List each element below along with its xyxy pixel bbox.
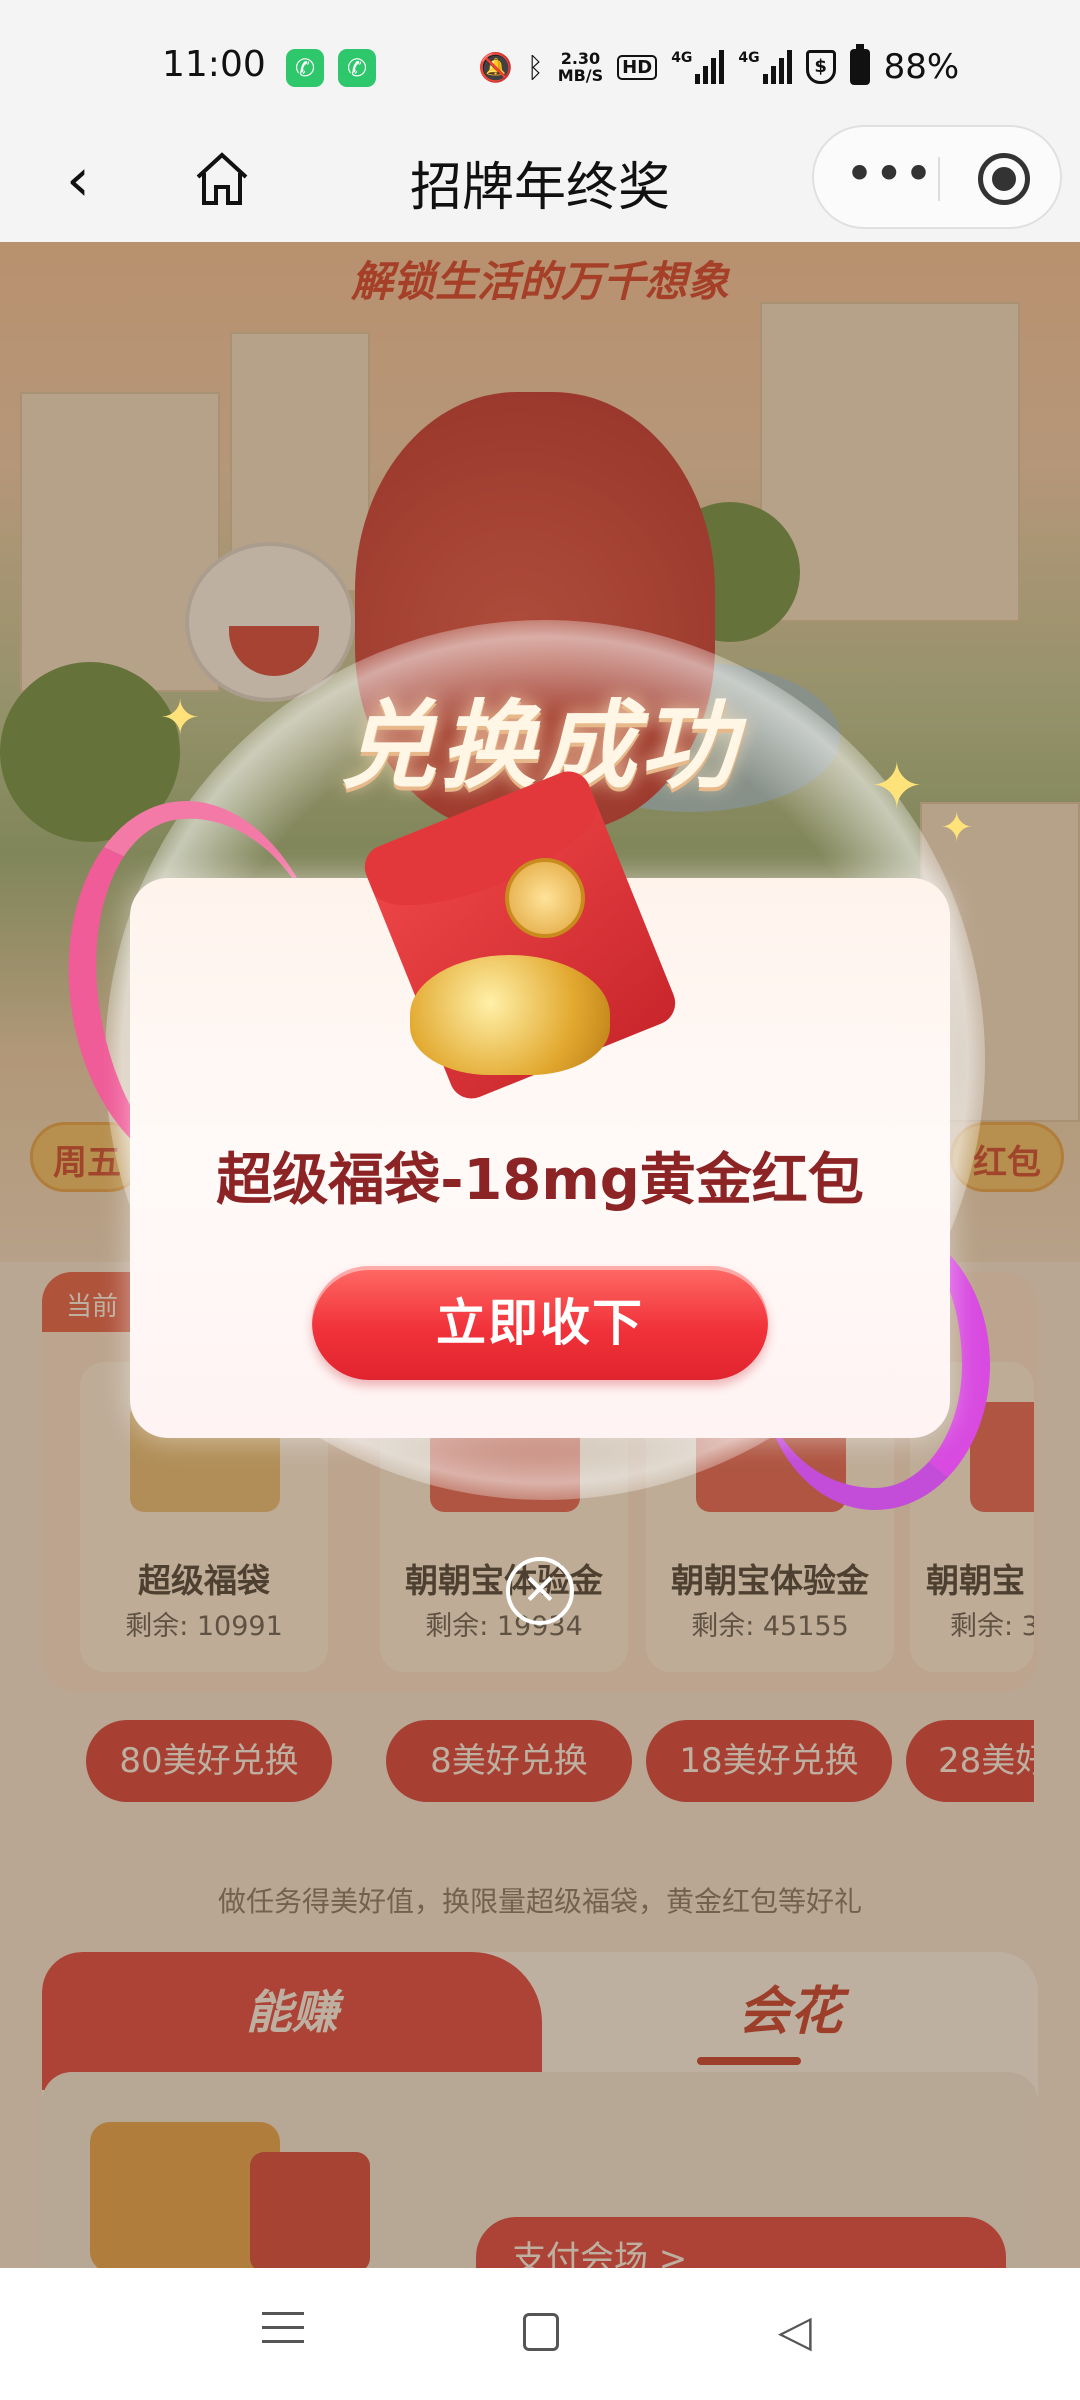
- square-icon[interactable]: [523, 2313, 559, 2351]
- hd-icon: HD: [617, 54, 658, 80]
- more-dots-icon[interactable]: •••: [844, 147, 934, 207]
- mute-icon: 🔕: [478, 50, 513, 84]
- menu-icon[interactable]: [262, 2312, 304, 2352]
- bluetooth-icon: ᛒ: [526, 50, 544, 84]
- divider: [938, 157, 940, 201]
- status-bar: 11:00 ✆ ✆ 🔕 ᛒ 2.30 MB/S HD 4G 4G $ 88%: [0, 0, 1080, 125]
- capsule-menu: •••: [812, 125, 1062, 229]
- battery-icon: [849, 44, 870, 85]
- sparkle-icon: ✦: [940, 805, 974, 851]
- battery-percent: 88%: [883, 47, 960, 87]
- status-icons: 🔕 ᛒ 2.30 MB/S HD 4G 4G $ 88%: [478, 44, 959, 90]
- phone-icon: ✆: [286, 49, 324, 87]
- target-icon[interactable]: [978, 153, 1030, 205]
- signal-icon: 4G: [671, 50, 725, 84]
- close-icon[interactable]: ✕: [506, 1557, 574, 1625]
- system-nav-bar: ◁: [0, 2268, 1080, 2400]
- shield-icon: $: [805, 50, 836, 84]
- phone-icon: ✆: [338, 49, 376, 87]
- net-speed: 2.30 MB/S: [557, 49, 604, 85]
- coin-icon: [505, 858, 585, 938]
- accept-button[interactable]: 立即收下: [312, 1266, 768, 1380]
- triangle-back-icon[interactable]: ◁: [778, 2310, 818, 2354]
- gold-ingot-icon: [410, 955, 610, 1075]
- signal-icon: 4G: [738, 50, 792, 84]
- clock: 11:00: [162, 44, 266, 85]
- prize-name: 超级福袋-18mg黄金红包: [216, 1148, 864, 1213]
- title-bar: ‹ 招牌年终奖 •••: [0, 125, 1080, 242]
